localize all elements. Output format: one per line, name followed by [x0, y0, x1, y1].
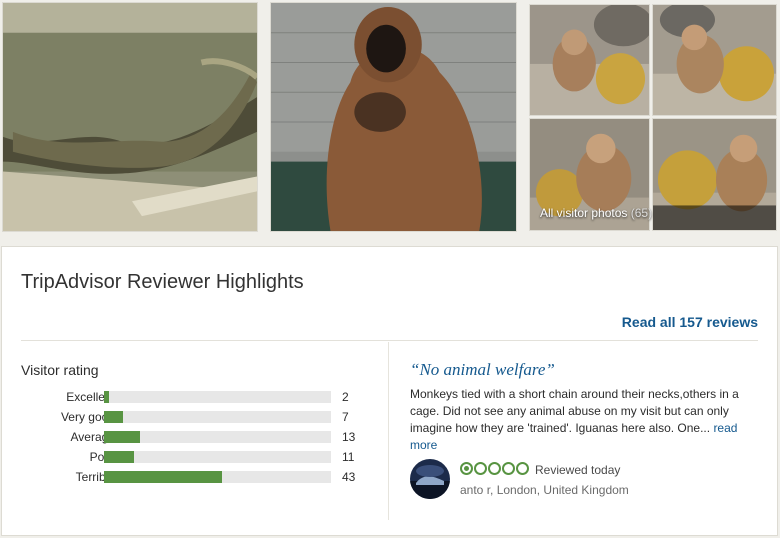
rating-count: 43	[342, 470, 356, 484]
rating-row-poor[interactable]: Poor 11	[21, 449, 381, 465]
visitor-rating-title: Visitor rating	[21, 362, 99, 378]
rating-bar-track	[104, 471, 331, 483]
bubble-rating	[460, 462, 530, 476]
rating-row-terrible[interactable]: Terrible 43	[21, 469, 381, 485]
avatar[interactable]	[410, 459, 450, 499]
rating-bubble-icon	[460, 462, 473, 475]
monkey-photo-1[interactable]	[529, 4, 650, 116]
rating-bar-fill	[104, 451, 135, 463]
avatar-image	[410, 459, 450, 499]
monkey-coconut-image	[653, 119, 776, 230]
rating-count: 2	[342, 390, 349, 404]
rating-bar-fill	[104, 411, 124, 423]
gibbon-image	[271, 3, 516, 231]
review-snippet: Monkeys tied with a short chain around t…	[410, 386, 750, 454]
rating-bar-fill	[104, 431, 140, 443]
review-date: Reviewed today	[535, 463, 621, 477]
rating-bar-fill	[104, 391, 110, 403]
rating-bar-track	[104, 391, 331, 403]
rating-bubble-icon	[502, 462, 515, 475]
divider	[21, 340, 758, 341]
monkey-coconut-image	[653, 5, 776, 115]
crocodile-photo[interactable]	[2, 2, 258, 232]
rating-bar-track	[104, 451, 331, 463]
rating-bubble-icon	[474, 462, 487, 475]
column-divider	[388, 342, 389, 520]
monkey-photo-4[interactable]	[652, 118, 777, 231]
crocodile-image	[3, 3, 257, 231]
rating-bar-fill	[104, 471, 222, 483]
rating-bar-track	[104, 431, 331, 443]
monkey-coconut-image	[530, 5, 649, 115]
gibbon-photo[interactable]	[270, 2, 517, 232]
read-all-reviews-link[interactable]: Read all 157 reviews	[622, 314, 758, 330]
rating-bubble-icon	[488, 462, 501, 475]
rating-row-excellent[interactable]: Excellent 2	[21, 389, 381, 405]
rating-count: 13	[342, 430, 356, 444]
review-text: Monkeys tied with a short chain around t…	[410, 387, 739, 435]
photo-count: (65)	[630, 206, 653, 220]
rating-bar-track	[104, 411, 331, 423]
all-photos-label: All visitor photos	[540, 206, 628, 220]
reviewer-highlights-panel: TripAdvisor Reviewer Highlights Read all…	[1, 246, 778, 536]
rating-count: 7	[342, 410, 349, 424]
rating-count: 11	[342, 450, 355, 464]
review-quote-title[interactable]: “No animal welfare”	[410, 360, 555, 380]
rating-row-average[interactable]: Average 13	[21, 429, 381, 445]
panel-title: TripAdvisor Reviewer Highlights	[21, 271, 304, 293]
monkey-photo-2[interactable]	[652, 4, 777, 116]
reviewer-name-location[interactable]: anto r, London, United Kingdom	[460, 483, 629, 497]
all-visitor-photos-link[interactable]: All visitor photos (65)	[540, 206, 652, 220]
rating-bubble-icon	[516, 462, 529, 475]
rating-row-very-good[interactable]: Very good 7	[21, 409, 381, 425]
